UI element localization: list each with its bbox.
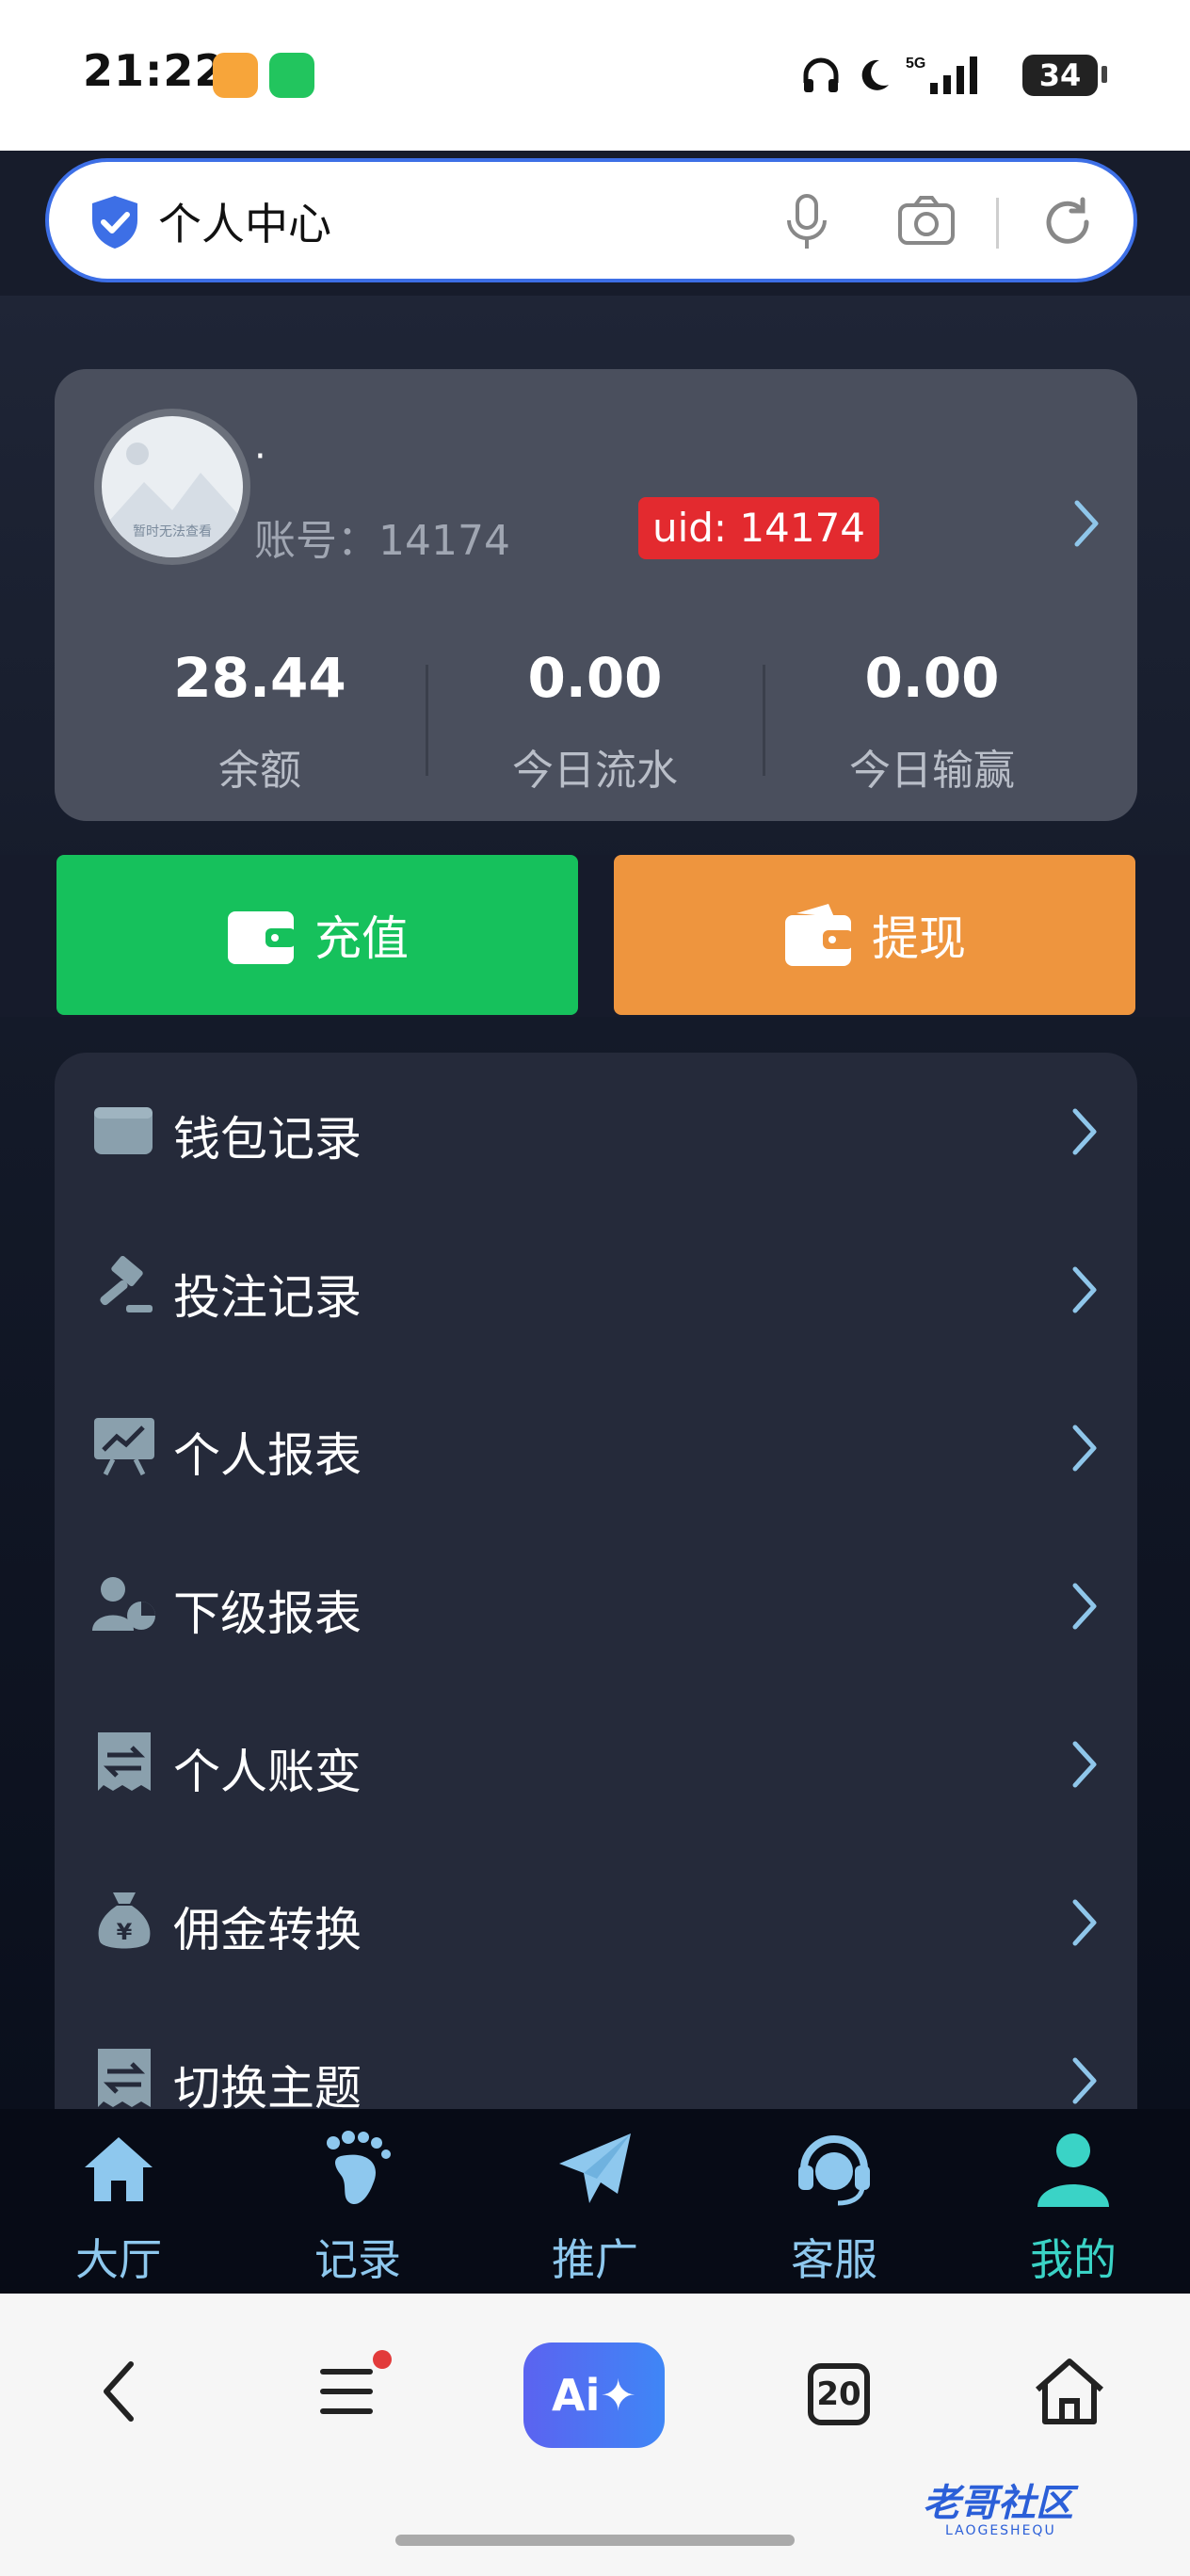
tab-label: 我的 xyxy=(1030,2234,1117,2285)
chevron-right-icon xyxy=(1072,1741,1097,1788)
battery-tip xyxy=(1102,66,1107,83)
wallet-out-icon xyxy=(785,904,853,966)
menu-label: 个人报表 xyxy=(173,1428,362,1483)
menu-item-account-change[interactable]: 个人账变 xyxy=(55,1685,1137,1843)
menu-label: 佣金转换 xyxy=(173,1903,362,1957)
wallet-icon xyxy=(228,911,296,964)
uid-badge: uid: 14174 xyxy=(638,497,879,559)
moon-icon xyxy=(861,59,889,90)
headphones-icon xyxy=(803,57,839,92)
battery-indicator: 34 xyxy=(1022,55,1098,96)
tabs-count-button[interactable]: 20 xyxy=(808,2363,870,2425)
gavel-icon xyxy=(100,1256,153,1312)
wallet-icon xyxy=(94,1107,153,1154)
stat-label: 今日流水 xyxy=(512,747,678,795)
tab-lobby[interactable]: 大厅 xyxy=(24,2124,213,2288)
ai-assistant-button[interactable]: Ai✦ xyxy=(523,2343,665,2448)
menu-item-bet-record[interactable]: 投注记录 xyxy=(55,1211,1137,1369)
user-name: · xyxy=(254,435,266,478)
status-time: 21:22 xyxy=(83,45,226,96)
recharge-button[interactable]: 充值 xyxy=(56,855,578,1015)
tab-label: 记录 xyxy=(314,2234,401,2285)
menu-label: 下级报表 xyxy=(173,1586,362,1641)
reload-icon[interactable] xyxy=(1039,194,1096,250)
footprint-icon xyxy=(327,2131,391,2205)
back-button[interactable] xyxy=(72,2344,166,2439)
headset-icon xyxy=(798,2135,870,2206)
user-pie-icon xyxy=(92,1577,155,1631)
chevron-right-icon xyxy=(1072,1425,1097,1472)
stat-divider xyxy=(763,665,765,776)
chart-board-icon xyxy=(94,1418,154,1476)
chevron-right-icon xyxy=(1072,1266,1097,1313)
menu-label: 个人账变 xyxy=(173,1745,362,1799)
address-bar[interactable]: 个人中心 xyxy=(45,158,1137,282)
menu-item-switch-theme[interactable]: 切换主题 xyxy=(55,2002,1137,2109)
system-icons: 5G xyxy=(800,47,981,104)
status-bar: 21:22 5G 34 xyxy=(0,0,1190,151)
tab-customer-service[interactable]: 客服 xyxy=(740,2124,928,2288)
shield-icon xyxy=(92,196,137,249)
menu-item-wallet-record[interactable]: 钱包记录 xyxy=(55,1053,1137,1211)
menu-item-commission-convert[interactable]: ¥ 佣金转换 xyxy=(55,1843,1137,2002)
account-number: 账号：14174 xyxy=(254,517,510,565)
stat-profit: 0.00 今日输赢 xyxy=(791,646,1073,797)
app-notification-icon xyxy=(213,53,258,98)
chevron-right-icon xyxy=(1072,1899,1097,1946)
money-bag-icon: ¥ xyxy=(98,1892,151,1949)
chevron-right-icon[interactable] xyxy=(1068,495,1105,552)
stat-value: 28.44 xyxy=(173,646,346,710)
switch-theme-icon xyxy=(98,2049,151,2107)
stat-divider xyxy=(426,665,428,776)
withdraw-label: 提现 xyxy=(872,911,966,966)
menu-item-sub-report[interactable]: 下级报表 xyxy=(55,1527,1137,1685)
stat-value: 0.00 xyxy=(864,646,1000,710)
home-icon xyxy=(85,2137,153,2201)
address-text[interactable]: 个人中心 xyxy=(158,190,331,252)
menu-label: 投注记录 xyxy=(173,1270,362,1325)
user-icon xyxy=(1037,2133,1109,2207)
tab-label: 大厅 xyxy=(75,2234,162,2285)
tab-label: 推广 xyxy=(552,2234,638,2285)
wechat-icon xyxy=(269,53,314,98)
stat-label: 余额 xyxy=(218,747,301,795)
hamburger-icon xyxy=(320,2369,373,2414)
avatar-caption: 暂时无法查看 xyxy=(133,524,212,539)
home-button[interactable] xyxy=(1022,2344,1117,2439)
chevron-right-icon xyxy=(1072,2057,1097,2104)
watermark-text: 老哥社区 xyxy=(923,2482,1073,2525)
camera-icon[interactable] xyxy=(896,194,957,247)
address-divider xyxy=(996,198,999,249)
menu-label: 钱包记录 xyxy=(173,1112,362,1167)
withdraw-button[interactable]: 提现 xyxy=(614,855,1135,1015)
chevron-left-icon xyxy=(104,2361,134,2422)
avatar[interactable]: 暂时无法查看 xyxy=(94,409,250,565)
stat-balance: 28.44 余额 xyxy=(119,646,401,797)
svg-text:¥: ¥ xyxy=(117,1919,133,1945)
signal-icon: 5G xyxy=(906,56,977,94)
tab-mine[interactable]: 我的 xyxy=(979,2124,1167,2288)
home-indicator xyxy=(395,2535,795,2546)
watermark-subtext: LAOGESHEQU xyxy=(945,2523,1056,2538)
menu-label: 切换主题 xyxy=(173,2061,362,2109)
stat-value: 0.00 xyxy=(527,646,663,710)
tab-promote[interactable]: 推广 xyxy=(501,2124,689,2288)
microphone-icon[interactable] xyxy=(783,194,830,250)
tab-label: 客服 xyxy=(791,2234,877,2285)
receipt-exchange-icon xyxy=(98,1732,151,1791)
tab-records[interactable]: 记录 xyxy=(264,2124,452,2288)
chevron-right-icon xyxy=(1072,1108,1097,1155)
menu-item-personal-report[interactable]: 个人报表 xyxy=(55,1369,1137,1527)
notification-dot xyxy=(373,2350,392,2369)
menu-list: 钱包记录 投注记录 个人报表 下级报表 个人账变 ¥ 佣金转换 切换主题 xyxy=(55,1053,1137,2109)
recharge-label: 充值 xyxy=(314,911,409,966)
stat-turnover: 0.00 今日流水 xyxy=(454,646,736,797)
stat-label: 今日输赢 xyxy=(849,747,1015,795)
paper-plane-icon xyxy=(559,2133,631,2203)
chevron-right-icon xyxy=(1072,1583,1097,1630)
svg-text:5G: 5G xyxy=(906,56,925,72)
home-outline-icon xyxy=(1036,2359,1103,2424)
